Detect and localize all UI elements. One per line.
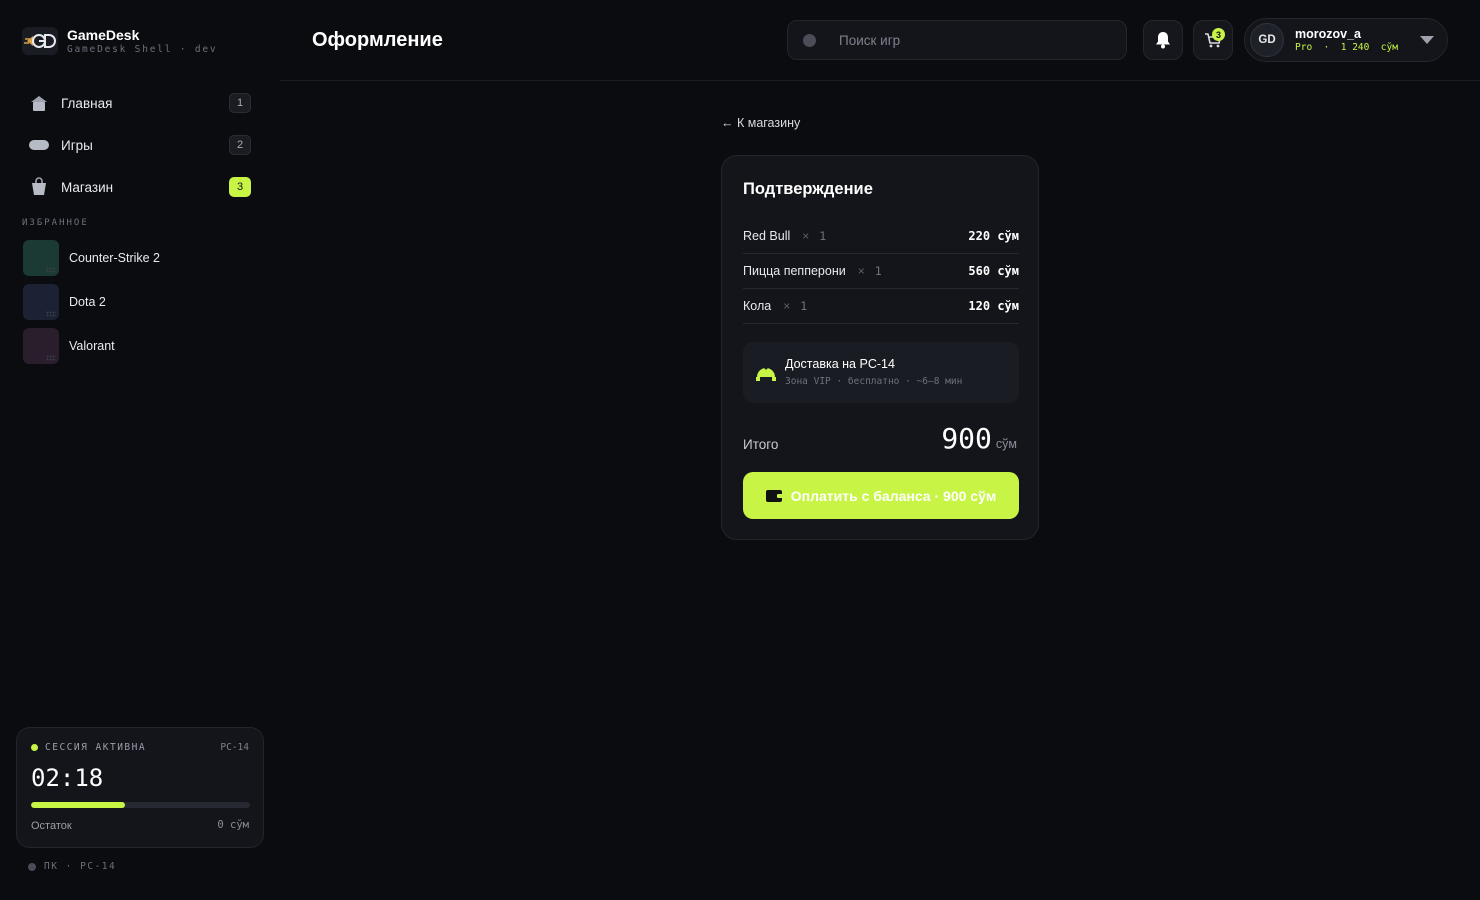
total-label: Итого [743,437,779,452]
cart-button[interactable]: 3 [1193,20,1233,60]
bell-icon [1156,32,1170,49]
session-status-label: СЕССИЯ АКТИВНА [45,742,147,753]
delivery-title: Доставка на PC-14 [785,357,895,371]
total-amount: 900 [941,422,992,455]
game-thumbnail [23,328,59,364]
item-quantity: 1 [819,229,827,243]
gamedesk-logo-icon [22,27,58,55]
session-timer: 02:18 [31,764,104,792]
item-name: Пицца пепперони [743,264,846,278]
session-remaining-amount: 0 сўм [217,819,249,831]
order-item: Кола × 1 120 сўм [743,289,1019,324]
favorite-label: Counter-Strike 2 [69,251,161,265]
nav-label-shop: Магазин [61,179,114,195]
cart-count-badge: 3 [1212,28,1225,41]
sidebar: GameDesk GameDesk Shell · dev Главная 1 [0,0,280,900]
session-pc: PC-14 [220,742,249,753]
delivery-info: Доставка на PC-14 Зона VIP · бесплатно ·… [743,342,1019,403]
item-quantity: 1 [800,299,808,313]
item-name: Red Bull [743,229,791,243]
user-plan-balance: Pro · 1 240 сўм [1295,41,1398,53]
nav-label-home: Главная [61,95,113,111]
home-icon [28,92,50,114]
item-price: 560 сўм [968,264,1019,278]
session-progress-fill [31,802,126,808]
session-progress-bar [31,802,250,808]
order-item: Пицца пепперони × 1 560 сўм [743,254,1019,289]
total-currency: сўм [995,437,1017,451]
session-card: СЕССИЯ АКТИВНА PC-14 02:18 Остаток 0 сўм [16,727,264,848]
nav-badge-games: 2 [229,135,251,155]
delivery-subtitle: Зона VIP · бесплатно · ~6–8 мин [785,376,963,387]
item-quantity: 1 [874,264,882,278]
user-name: morozov_a [1295,26,1361,41]
delivery-bell-icon [756,366,776,381]
page-title: Оформление [312,29,443,51]
pay-from-balance-button[interactable]: Оплатить с баланса · 900 сўм [743,472,1019,519]
brand-subtitle: GameDesk Shell · dev [67,44,218,55]
multiply-icon: × [802,229,810,243]
top-header: Оформление 3 GD morozov_a Pro · 1 240 [280,0,1480,81]
wallet-icon [765,489,783,502]
notifications-button[interactable] [1143,20,1183,60]
nav-item-games[interactable]: Игры 2 [22,128,254,162]
favorites-list: Counter-Strike 2 Dota 2 Valorant [23,240,253,372]
favorite-label: Valorant [69,339,115,353]
nav-badge-shop: 3 [229,177,251,197]
game-thumbnail [23,240,59,276]
checkout-title: Подтверждение [743,180,873,198]
pay-button-label: Оплатить с баланса · 900 сўм [790,487,997,504]
pc-footer: ПК · PC-14 [28,861,116,872]
nav-item-shop[interactable]: Магазин 3 [22,170,254,204]
item-name: Кола [743,299,772,313]
pc-status-dot-icon [28,862,36,871]
main-nav: Главная 1 Игры 2 Магазин 3 [22,86,254,212]
pc-footer-label: ПК · PC-14 [44,861,117,872]
shopping-bag-icon [28,176,50,198]
back-to-shop-link[interactable]: ← К магазину [721,116,800,130]
favorites-heading: ИЗБРАННОЕ [22,218,89,228]
multiply-icon: × [857,264,865,278]
favorite-item-valorant[interactable]: Valorant [23,328,253,364]
search-box[interactable] [787,20,1127,60]
game-thumbnail [23,284,59,320]
user-menu[interactable]: GD morozov_a Pro · 1 240 сўм [1244,18,1448,62]
brand[interactable]: GameDesk GameDesk Shell · dev [22,26,217,56]
nav-badge-home: 1 [229,93,251,113]
favorite-label: Dota 2 [69,295,106,309]
status-dot-icon [31,744,38,751]
search-icon [803,33,816,47]
order-item: Red Bull × 1 220 сўм [743,219,1019,254]
gamepad-icon [28,134,50,156]
nav-item-home[interactable]: Главная 1 [22,86,254,120]
item-price: 120 сўм [968,299,1019,313]
order-items: Red Bull × 1 220 сўм Пицца пепперони × 1… [743,219,1019,324]
nav-label-games: Игры [61,137,93,153]
favorite-item-cs2[interactable]: Counter-Strike 2 [23,240,253,276]
app-root: GameDesk GameDesk Shell · dev Главная 1 [0,0,1480,900]
brand-name: GameDesk [67,27,140,43]
checkout-card: Подтверждение Red Bull × 1 220 сўм Пицца… [721,155,1039,540]
session-remaining-label: Остаток [31,820,72,832]
avatar: GD [1250,23,1284,57]
chevron-down-icon [1420,36,1434,44]
total-value: 900 сўм [941,422,1017,455]
session-status: СЕССИЯ АКТИВНА [31,742,146,753]
multiply-icon: × [783,299,791,313]
search-input[interactable] [839,32,1099,48]
item-price: 220 сўм [968,229,1019,243]
favorite-item-dota2[interactable]: Dota 2 [23,284,253,320]
